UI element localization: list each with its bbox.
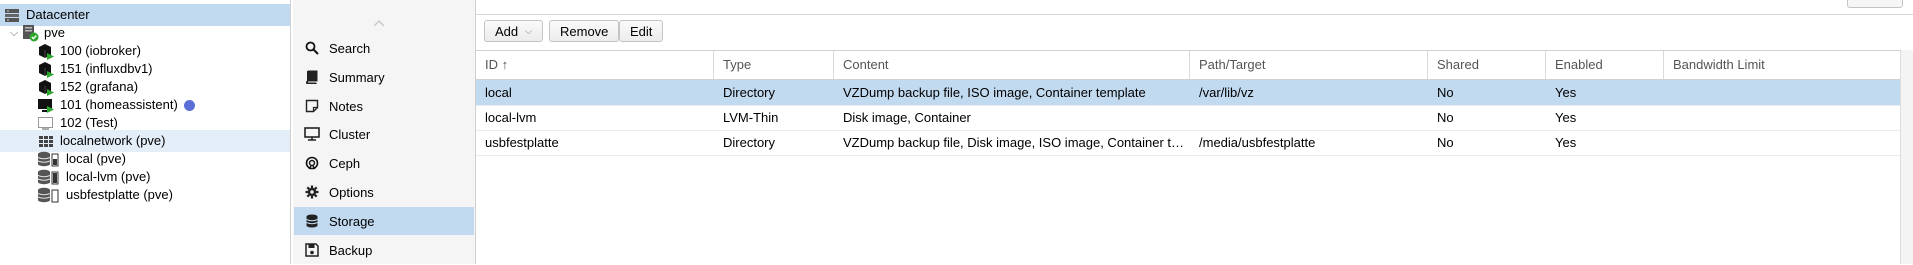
cell-type: Directory bbox=[723, 135, 776, 150]
nav-item-storage[interactable]: Storage bbox=[294, 207, 474, 235]
cell-enabled: Yes bbox=[1555, 135, 1577, 150]
table-row[interactable]: local Directory VZDump backup file, ISO … bbox=[476, 80, 1901, 106]
help-button[interactable] bbox=[1847, 0, 1903, 8]
column-header-content[interactable]: Content bbox=[834, 51, 1190, 79]
cell-path bbox=[1190, 105, 1428, 130]
cell-id: usbfestplatte bbox=[485, 135, 559, 150]
nav-item-label: Search bbox=[329, 40, 371, 56]
nav-item-label: Cluster bbox=[329, 126, 371, 142]
nav-item-cluster[interactable]: Cluster bbox=[294, 120, 474, 148]
chevron-up-icon[interactable] bbox=[373, 18, 385, 30]
cell-id: local-lvm bbox=[485, 110, 537, 125]
nav-item-label: Storage bbox=[329, 213, 375, 229]
nav-item-options[interactable]: Options bbox=[294, 178, 474, 206]
nav-item-summary[interactable]: Summary bbox=[294, 63, 474, 91]
cell-bandwidth bbox=[1664, 130, 1901, 155]
cell-content: VZDump backup file, Disk image, ISO imag… bbox=[843, 135, 1190, 150]
cell-type: LVM-Thin bbox=[723, 110, 779, 125]
book-icon bbox=[304, 69, 320, 85]
nav-item-backup[interactable]: Backup bbox=[294, 236, 474, 264]
vertical-scrollbar[interactable] bbox=[1900, 50, 1913, 264]
note-icon bbox=[304, 98, 320, 114]
gear-icon bbox=[304, 184, 320, 200]
column-header-shared[interactable]: Shared bbox=[1428, 51, 1546, 79]
cell-shared: No bbox=[1437, 135, 1454, 150]
grid-header: ID ↑ Type Content Path/Target Shared Ena… bbox=[476, 51, 1901, 80]
column-header-bandwidth[interactable]: Bandwidth Limit bbox=[1664, 51, 1901, 79]
datacenter-menu: Search Summary Notes Cluster Ceph Option… bbox=[293, 0, 476, 264]
cell-shared: No bbox=[1437, 110, 1454, 125]
remove-button[interactable]: Remove bbox=[549, 20, 620, 42]
nav-item-search[interactable]: Search bbox=[294, 34, 474, 62]
cell-path: /media/usbfestplatte bbox=[1199, 135, 1316, 150]
cell-enabled: Yes bbox=[1555, 110, 1577, 125]
search-icon bbox=[304, 40, 320, 56]
nav-item-label: Notes bbox=[329, 98, 363, 114]
cell-path: /var/lib/vz bbox=[1199, 85, 1254, 100]
table-row[interactable]: local-lvm LVM-Thin Disk image, Container… bbox=[476, 105, 1901, 131]
database-icon bbox=[304, 213, 320, 229]
cell-bandwidth bbox=[1664, 80, 1901, 105]
nav-item-ceph[interactable]: Ceph bbox=[294, 149, 474, 177]
status-dot-icon bbox=[183, 99, 195, 111]
column-header-enabled[interactable]: Enabled bbox=[1546, 51, 1664, 79]
tree-item-label: usbfestplatte (pve) bbox=[66, 187, 173, 202]
ceph-icon bbox=[304, 155, 320, 171]
table-row[interactable]: usbfestplatte Directory VZDump backup fi… bbox=[476, 130, 1901, 156]
cell-id: local bbox=[485, 85, 512, 100]
nav-item-label: Backup bbox=[329, 242, 373, 258]
column-header-path[interactable]: Path/Target bbox=[1190, 51, 1428, 79]
tree-item-storage-usbfestplatte[interactable]: usbfestplatte (pve) bbox=[0, 184, 290, 206]
chevron-down-icon: ⌵ bbox=[525, 25, 532, 36]
cell-bandwidth bbox=[1664, 105, 1901, 130]
panel-header bbox=[476, 0, 1913, 15]
remove-button-label: Remove bbox=[560, 23, 609, 39]
nav-item-label: Ceph bbox=[329, 155, 361, 171]
column-header-id[interactable]: ID ↑ bbox=[476, 51, 714, 79]
column-header-type[interactable]: Type bbox=[714, 51, 834, 79]
storage-icon bbox=[36, 186, 62, 204]
cell-enabled: Yes bbox=[1555, 85, 1577, 100]
edit-button-label: Edit bbox=[630, 23, 653, 39]
cluster-icon bbox=[304, 126, 320, 142]
toolbar: Add ⌵ Remove Edit bbox=[476, 15, 1913, 49]
nav-item-label: Options bbox=[329, 184, 374, 200]
storage-panel: Add ⌵ Remove Edit ID ↑ Type Content Path… bbox=[476, 0, 1913, 264]
floppy-icon bbox=[304, 242, 320, 258]
cell-content: VZDump backup file, ISO image, Container… bbox=[843, 85, 1146, 100]
nav-item-notes[interactable]: Notes bbox=[294, 92, 474, 120]
storage-grid: ID ↑ Type Content Path/Target Shared Ena… bbox=[476, 50, 1901, 265]
add-button[interactable]: Add ⌵ bbox=[484, 20, 543, 42]
add-button-label: Add bbox=[495, 23, 519, 39]
edit-button[interactable]: Edit bbox=[619, 20, 664, 42]
cell-content: Disk image, Container bbox=[843, 110, 971, 125]
cell-shared: No bbox=[1437, 85, 1454, 100]
resource-tree: Datacenter ⌵ pve 100 (iobroker) 151 (inf… bbox=[0, 0, 291, 264]
cell-type: Directory bbox=[723, 85, 776, 100]
nav-item-label: Summary bbox=[329, 69, 385, 85]
